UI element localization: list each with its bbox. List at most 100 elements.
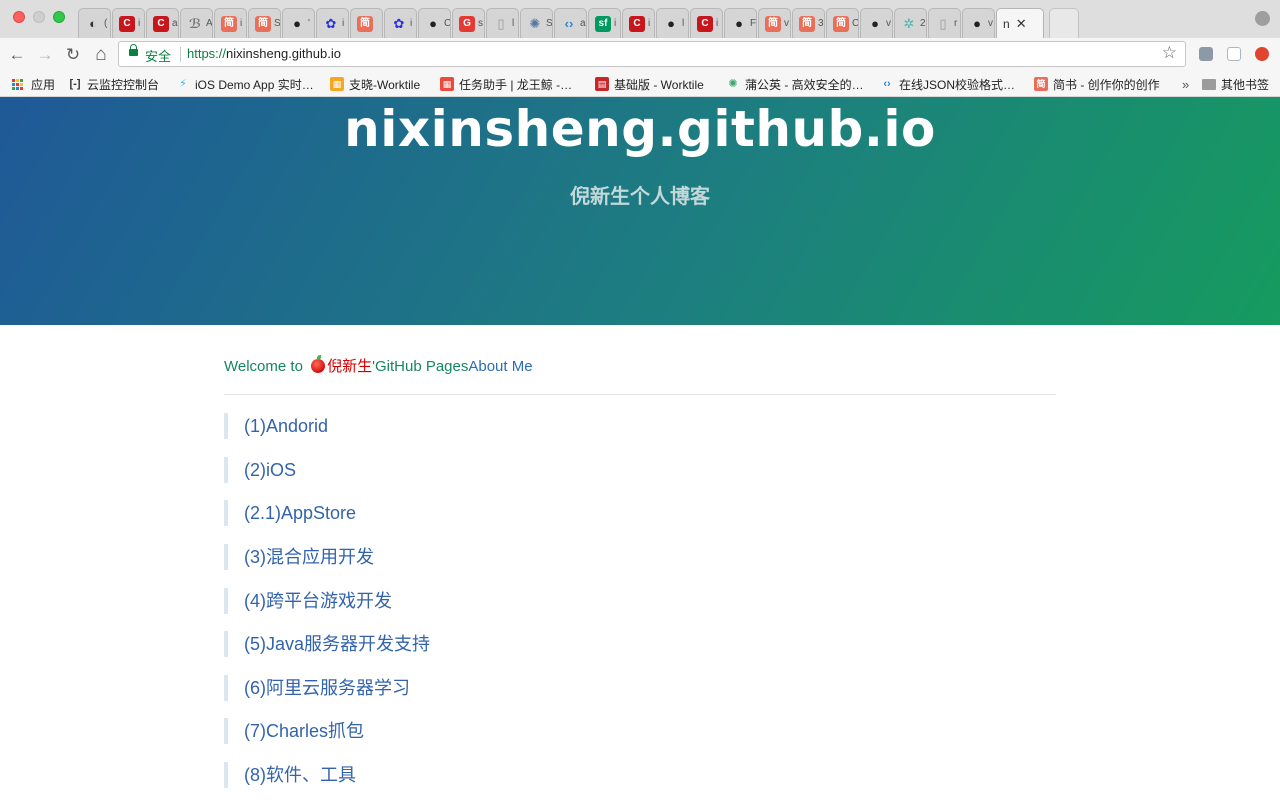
bookmark-item[interactable]: ▦ 任务助手 | 龙王鲸 -… bbox=[440, 75, 572, 93]
category-link[interactable]: (2.1)AppStore bbox=[224, 500, 356, 526]
category-link[interactable]: (7)Charles抓包 bbox=[224, 718, 364, 744]
close-tab-icon[interactable]: ✕ bbox=[1016, 16, 1027, 32]
browser-tab[interactable]: ▯ r bbox=[928, 8, 961, 38]
bookmark-label: 云监控控制台 bbox=[87, 77, 160, 92]
tab-title: ( bbox=[104, 18, 108, 29]
browser-tab[interactable]: Ci bbox=[690, 8, 723, 38]
bookmark-item[interactable]: 应用 bbox=[12, 75, 55, 93]
welcome-prefix: Welcome to bbox=[224, 358, 308, 375]
baidu-icon: ✿ bbox=[393, 15, 405, 31]
active-tab-title: n bbox=[1003, 17, 1010, 31]
browser-tab[interactable]: Ca bbox=[146, 8, 179, 38]
browser-tab[interactable]: ✺S bbox=[520, 8, 553, 38]
browser-tab[interactable]: Ci bbox=[622, 8, 655, 38]
code-icon: ‹› bbox=[883, 78, 891, 90]
url-scheme: https:// bbox=[187, 46, 227, 61]
minimize-window-button[interactable] bbox=[33, 11, 45, 23]
browser-tab[interactable]: ✿ i bbox=[384, 8, 417, 38]
bookmark-item[interactable]: ✺ 蒲公英 - 高效安全的… bbox=[726, 75, 863, 93]
browser-tab[interactable]: ‹› a bbox=[554, 8, 587, 38]
document-icon: ▯ bbox=[939, 15, 947, 31]
divider bbox=[224, 394, 1056, 395]
zoom-window-button[interactable] bbox=[53, 11, 65, 23]
reload-button[interactable]: ↻ bbox=[62, 44, 84, 66]
browser-tab[interactable]: ● v bbox=[860, 8, 893, 38]
pocket-icon[interactable] bbox=[1227, 47, 1241, 61]
browser-tab[interactable]: ℬA bbox=[180, 8, 213, 38]
bookmark-item[interactable]: ‹› 在线JSON校验格式… bbox=[880, 75, 1015, 93]
active-tab[interactable]: n ✕ bbox=[996, 8, 1044, 38]
back-button[interactable]: ← bbox=[6, 44, 28, 66]
tab-title: v bbox=[784, 18, 789, 29]
github-icon: ● bbox=[293, 15, 301, 31]
category-link[interactable]: (6)阿里云服务器学习 bbox=[224, 675, 410, 701]
other-bookmarks-label: 其他书签 bbox=[1221, 77, 1270, 92]
bookmark-item[interactable]: [-] 云监控控制台 bbox=[68, 75, 160, 93]
apps-icon bbox=[12, 78, 25, 90]
bookmark-item[interactable]: ⚡ iOS Demo App 实时… bbox=[176, 75, 314, 93]
category-link[interactable]: (4)跨平台游戏开发 bbox=[224, 588, 392, 614]
bookmarks-bar: » 其他书签 应用 [-] 云监控控制台 ⚡ iOS Demo App 实时… ▦ 支晓-W… bbox=[0, 71, 1280, 97]
browser-tab[interactable]: ◐( bbox=[78, 8, 111, 38]
bookmark-item[interactable]: 简简书 - 创作你的创作 bbox=[1034, 75, 1160, 93]
github-icon: ● bbox=[429, 15, 437, 31]
bookmark-item[interactable]: ▤ 基础版 - Worktile bbox=[595, 75, 704, 93]
pgyer-icon: ✺ bbox=[728, 78, 738, 90]
browser-tab[interactable]: ●C bbox=[418, 8, 451, 38]
browser-tab[interactable]: ● v bbox=[962, 8, 995, 38]
other-bookmarks-folder[interactable]: 其他书签 bbox=[1202, 75, 1269, 93]
extension-icon[interactable] bbox=[1199, 47, 1213, 61]
browser-tab[interactable]: ● l bbox=[656, 8, 689, 38]
home-button[interactable]: ⌂ bbox=[90, 44, 112, 66]
browser-tab[interactable]: sf i bbox=[588, 8, 621, 38]
github-icon: ● bbox=[871, 15, 879, 31]
url-host: nixinsheng.github.io bbox=[226, 46, 341, 61]
worktile-icon: ▦ bbox=[330, 77, 344, 91]
browser-tab[interactable]: ● F bbox=[724, 8, 757, 38]
tab-title: 3 bbox=[818, 18, 824, 29]
csdn-icon: C bbox=[697, 15, 713, 32]
author-name: 倪新生 bbox=[327, 358, 373, 375]
category-link[interactable]: (5)Java服务器开发支持 bbox=[224, 631, 430, 657]
new-tab-button[interactable] bbox=[1049, 8, 1079, 38]
category-link[interactable]: (1)Andorid bbox=[224, 413, 328, 439]
bookmarks-overflow-button[interactable]: » bbox=[1182, 75, 1189, 93]
tab-title: ' bbox=[308, 18, 310, 29]
browser-toolbar: ← → ↻ ⌂ 安全 https://nixinsheng.github.io … bbox=[0, 38, 1280, 71]
browser-tab[interactable]: 简S bbox=[248, 8, 281, 38]
g-icon: G bbox=[459, 15, 475, 32]
browser-tab[interactable]: 简i bbox=[214, 8, 247, 38]
browser-tab[interactable]: 简v bbox=[758, 8, 791, 38]
browser-tab[interactable]: 简C bbox=[826, 8, 859, 38]
tab-title: 2 bbox=[920, 18, 926, 29]
bookmark-item[interactable]: ▦ 支晓-Worktile bbox=[330, 75, 420, 93]
browser-tab[interactable]: Gs bbox=[452, 8, 485, 38]
profile-icon[interactable] bbox=[1255, 11, 1270, 26]
lightning-icon: ⚡ bbox=[179, 78, 187, 90]
browser-tab[interactable]: ● ' bbox=[282, 8, 315, 38]
browser-tab[interactable]: ✿ i bbox=[316, 8, 349, 38]
script-icon: ℬ bbox=[188, 15, 202, 31]
forward-button[interactable]: → bbox=[34, 44, 56, 66]
bookmark-star-icon[interactable]: ☆ bbox=[1162, 43, 1177, 63]
url-text[interactable]: https://nixinsheng.github.io bbox=[187, 46, 341, 61]
bookmark-label: 任务助手 | 龙王鲸 -… bbox=[459, 77, 573, 92]
close-window-button[interactable] bbox=[13, 11, 25, 23]
about-me-link[interactable]: About Me bbox=[468, 358, 532, 375]
browser-tab[interactable]: Ci bbox=[112, 8, 145, 38]
tab-title: l bbox=[512, 18, 515, 29]
browser-tab[interactable]: 简 bbox=[350, 8, 383, 38]
github-pages-link[interactable]: 'GitHub Pages bbox=[372, 358, 468, 375]
jianshu-icon: 简 bbox=[765, 15, 781, 32]
adblock-icon[interactable] bbox=[1255, 47, 1269, 61]
browser-tab[interactable]: ▯ l bbox=[486, 8, 519, 38]
address-bar[interactable]: 安全 https://nixinsheng.github.io ☆ bbox=[118, 41, 1186, 67]
globe-icon: ✺ bbox=[529, 15, 541, 31]
browser-tab[interactable]: ✲ 2 bbox=[894, 8, 927, 38]
browser-tab[interactable]: 简3 bbox=[792, 8, 825, 38]
category-link[interactable]: (3)混合应用开发 bbox=[224, 544, 374, 570]
jianshu-icon: 简 bbox=[1034, 77, 1048, 91]
category-link[interactable]: (8)软件、工具 bbox=[224, 762, 356, 788]
tab-title: a bbox=[580, 18, 586, 29]
category-link[interactable]: (2)iOS bbox=[224, 457, 296, 483]
